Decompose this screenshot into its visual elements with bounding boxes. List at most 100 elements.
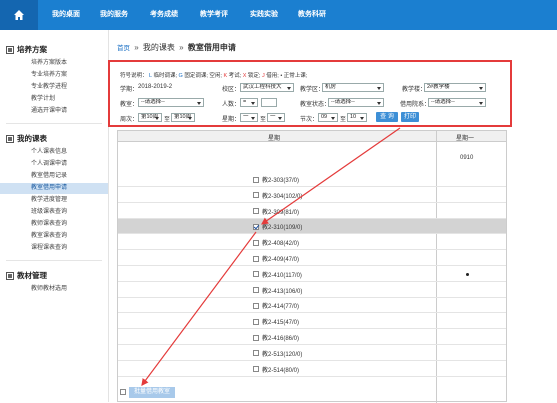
campus-select[interactable]: 武汉工程科技大 bbox=[240, 83, 294, 92]
room-status-select[interactable]: --请选择-- bbox=[328, 98, 384, 107]
header-monday: 星期一 bbox=[456, 136, 475, 142]
table-row: 教2-514(80/0) bbox=[118, 362, 506, 377]
print-button[interactable]: 打印 bbox=[401, 112, 419, 122]
room-checkbox[interactable] bbox=[253, 350, 259, 357]
legend-empty-text: 空闲; bbox=[209, 73, 222, 79]
section-from-select[interactable]: 09 bbox=[318, 113, 338, 122]
sidebar-item-room-schedule-query[interactable]: 教室课表查询 bbox=[0, 231, 108, 242]
week-from-select[interactable]: 第10周 bbox=[138, 113, 162, 122]
breadcrumb-separator: » bbox=[179, 43, 184, 52]
room-checkbox[interactable] bbox=[253, 192, 259, 199]
filter-panel: 符号说明： L 临时调课; G 固定调课; 空闲; K 考试; X 锁定; J … bbox=[108, 60, 512, 127]
sidebar-item-room-borrow-records[interactable]: 教室借用记录 bbox=[0, 171, 108, 182]
section-to-label: 至 bbox=[340, 117, 347, 123]
room-checkbox[interactable] bbox=[253, 334, 259, 341]
dept-select[interactable]: --请选择-- bbox=[428, 98, 486, 107]
people-input[interactable] bbox=[261, 98, 277, 107]
sidebar-item-progress-management[interactable]: 教学进度管理 bbox=[0, 195, 108, 206]
room-option[interactable]: 教2-513(120/0) bbox=[253, 349, 302, 358]
building-area-label: 教学区： bbox=[300, 87, 325, 93]
sidebar-item-teaching-plan[interactable]: 教学计划 bbox=[0, 94, 108, 105]
nav-my-services[interactable]: 我的服务 bbox=[100, 9, 128, 19]
sidebar-item-course-schedule-query[interactable]: 课程课表查询 bbox=[0, 243, 108, 254]
room-option[interactable]: 教2-415(47/0) bbox=[253, 317, 299, 326]
sidebar-section-title: 培养方案 bbox=[17, 45, 47, 54]
table-header: 星期 星期一 bbox=[118, 131, 506, 142]
section-to-select[interactable]: 10 bbox=[347, 113, 367, 122]
sidebar-section-curriculum[interactable]: 培养方案 bbox=[6, 44, 47, 55]
weekday-label: 星期： bbox=[222, 117, 241, 123]
home-button[interactable] bbox=[0, 0, 38, 30]
room-select[interactable]: --请选择-- bbox=[138, 98, 204, 107]
nav-exam-scores[interactable]: 考务成绩 bbox=[150, 9, 178, 19]
room-checkbox[interactable] bbox=[253, 287, 259, 294]
room-checkbox[interactable] bbox=[253, 176, 259, 183]
select-all-checkbox[interactable] bbox=[120, 389, 126, 395]
room-option[interactable]: 教2-410(117/0) bbox=[253, 270, 302, 279]
sidebar-item-textbook-selection[interactable]: 教师教材选用 bbox=[0, 284, 108, 295]
weekday-to-select[interactable]: 一 bbox=[267, 113, 285, 122]
legend-prefix: 符号说明： bbox=[120, 73, 148, 79]
room-option[interactable]: 教2-303(37/0) bbox=[253, 175, 299, 184]
room-option[interactable]: 教2-304(102/0) bbox=[253, 191, 302, 200]
building-select[interactable]: 2#教学楼 bbox=[424, 83, 486, 92]
breadcrumb-home-link[interactable]: 首页 bbox=[117, 45, 130, 52]
sidebar-item-plan-version[interactable]: 培养方案版本 bbox=[0, 58, 108, 69]
time-slot-label: 0910 bbox=[460, 155, 474, 161]
building-label: 教学楼： bbox=[402, 87, 427, 93]
section-icon bbox=[6, 134, 14, 143]
header-weekday: 星期 bbox=[268, 136, 281, 142]
sidebar-item-elective-application[interactable]: 通选开课申请 bbox=[0, 106, 108, 117]
query-button[interactable]: 查 询 bbox=[376, 112, 398, 122]
room-option[interactable]: 教2-514(80/0) bbox=[253, 365, 299, 374]
week-to-select[interactable]: 第10周 bbox=[171, 113, 195, 122]
sidebar-section-textbook[interactable]: 教材管理 bbox=[6, 270, 47, 281]
sidebar-item-class-schedule-query[interactable]: 班级课表查询 bbox=[0, 207, 108, 218]
table-row: 教2-303(37/0) bbox=[118, 172, 506, 187]
nav-practice-experiment[interactable]: 实践实验 bbox=[250, 9, 278, 19]
room-checkbox[interactable] bbox=[253, 239, 259, 246]
sidebar-item-major-plan[interactable]: 专业培养方案 bbox=[0, 70, 108, 81]
week-to-label: 至 bbox=[164, 117, 171, 123]
sidebar-item-class-change-request[interactable]: 个人调课申请 bbox=[0, 159, 108, 170]
room-option[interactable]: 教2-409(47/0) bbox=[253, 254, 299, 263]
nav-teaching-evaluation[interactable]: 教学考评 bbox=[200, 9, 228, 19]
legend-g-text: 固定调课; bbox=[184, 73, 208, 79]
nav-teaching-research[interactable]: 教务科研 bbox=[298, 9, 326, 19]
sidebar-section-my-schedule[interactable]: 我的课表 bbox=[6, 133, 47, 144]
room-option[interactable]: 教2-416(86/0) bbox=[253, 333, 299, 342]
sidebar-section-title: 我的课表 bbox=[17, 134, 47, 143]
room-checkbox[interactable] bbox=[253, 302, 259, 309]
room-label: 教2-513(120/0) bbox=[262, 351, 303, 358]
room-label: 教2-303(37/0) bbox=[262, 178, 300, 184]
room-label: 教2-310(109/0) bbox=[262, 225, 303, 232]
room-option[interactable]: 教2-309(81/0) bbox=[253, 207, 299, 216]
room-checkbox[interactable] bbox=[253, 208, 259, 215]
batch-borrow-button[interactable]: 批量借用教室 bbox=[129, 387, 175, 398]
breadcrumb-parent[interactable]: 我的课表 bbox=[143, 43, 175, 52]
room-checkbox[interactable] bbox=[253, 255, 259, 262]
room-label: 教2-410(117/0) bbox=[262, 272, 302, 279]
room-option[interactable]: 教2-414(77/0) bbox=[253, 301, 299, 310]
sidebar-item-room-borrow-application[interactable]: 教室借用申请 bbox=[0, 183, 108, 194]
room-checkbox[interactable] bbox=[253, 271, 259, 278]
weekday-from-select[interactable]: 一 bbox=[240, 113, 258, 122]
room-label: 教2-416(86/0) bbox=[262, 336, 300, 342]
sidebar-item-teacher-schedule-query[interactable]: 教师课表查询 bbox=[0, 219, 108, 230]
sidebar-item-personal-schedule[interactable]: 个人课表信息 bbox=[0, 147, 108, 158]
legend-l-key: L bbox=[149, 73, 152, 79]
sidebar-item-teaching-progress[interactable]: 专业教学进程 bbox=[0, 82, 108, 93]
legend-k-text: 考试; bbox=[228, 73, 242, 79]
room-option[interactable]: 教2-310(109/0) bbox=[253, 222, 302, 231]
nav-my-desktop[interactable]: 我的桌面 bbox=[52, 9, 80, 19]
room-checkbox[interactable] bbox=[253, 366, 259, 373]
room-option[interactable]: 教2-413(106/0) bbox=[253, 286, 302, 295]
room-option[interactable]: 教2-408(42/0) bbox=[253, 238, 299, 247]
home-icon bbox=[14, 10, 24, 20]
legend-x-text: 锁定; bbox=[247, 73, 261, 79]
building-area-select[interactable]: 机房 bbox=[322, 83, 384, 92]
campus-label: 校区： bbox=[222, 87, 241, 93]
room-checkbox[interactable] bbox=[253, 223, 259, 230]
room-checkbox[interactable] bbox=[253, 318, 259, 325]
people-operator-select[interactable]: = bbox=[240, 98, 258, 107]
